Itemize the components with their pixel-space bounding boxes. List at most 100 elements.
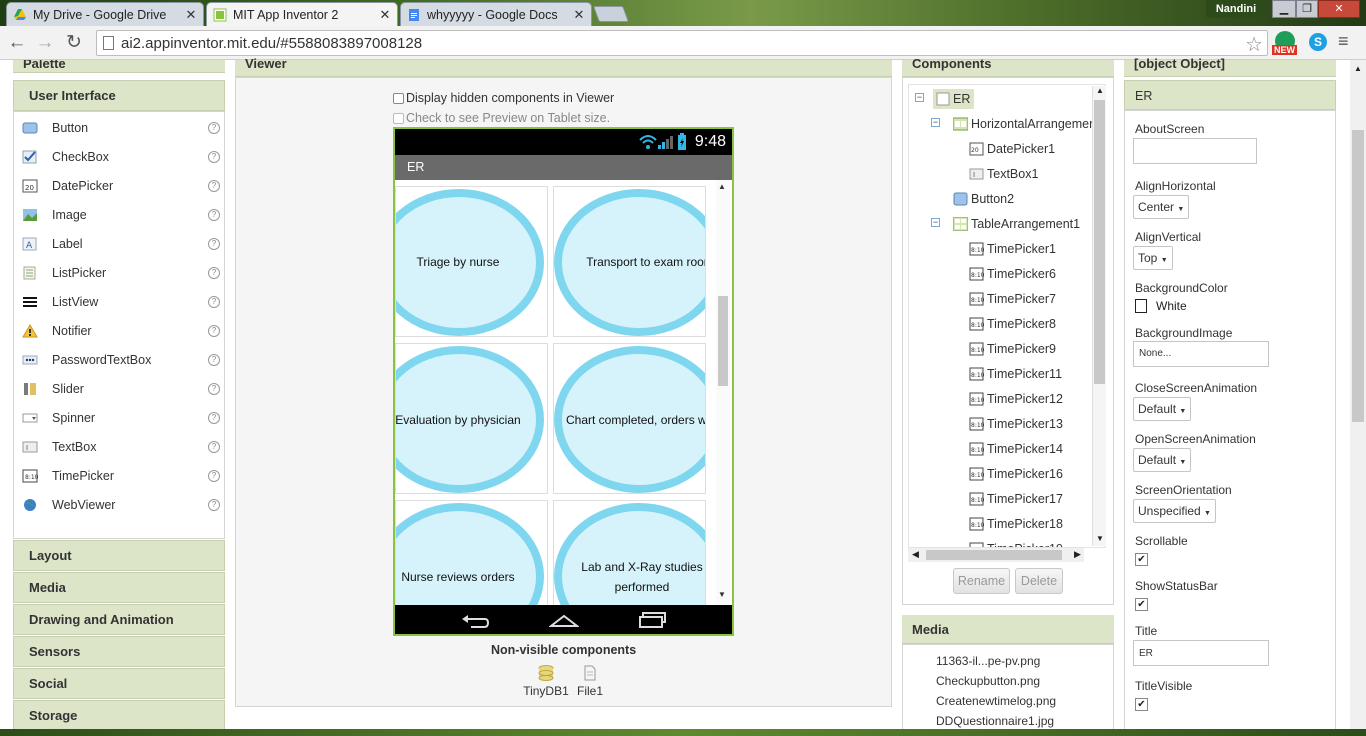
tree-item-timepicker[interactable]: 8:10 TimePicker8 — [969, 314, 1056, 334]
tree-item-timepicker[interactable]: 8:10 TimePicker16 — [969, 464, 1063, 484]
delete-button[interactable]: Delete — [1015, 568, 1063, 594]
help-icon[interactable]: ? — [208, 441, 220, 453]
help-icon[interactable]: ? — [208, 470, 220, 482]
rename-button[interactable]: Rename — [953, 568, 1010, 594]
backgroundcolor-value[interactable]: White — [1156, 299, 1187, 313]
tree-scroll-thumb[interactable] — [1094, 100, 1105, 384]
palette-item-label[interactable]: A Label ? — [22, 231, 222, 257]
help-icon[interactable]: ? — [208, 296, 220, 308]
collapse-toggle-icon[interactable]: − — [915, 93, 924, 102]
tree-item-timepicker[interactable]: 8:10 TimePicker13 — [969, 414, 1063, 434]
bookmark-star-icon[interactable]: ☆ — [1245, 32, 1263, 57]
media-item[interactable]: 11363-il...pe-pv.png — [936, 654, 1040, 668]
phone-scrollbar[interactable]: ▲ ▼ — [716, 180, 730, 605]
tree-item-timepicker[interactable]: 8:10TimePicker19 — [969, 539, 1063, 547]
nonvisible-file1[interactable]: File1 — [574, 665, 606, 698]
scroll-right-arrow-icon[interactable]: ▶ — [1074, 549, 1081, 560]
palette-item-timepicker[interactable]: 8:10 TimePicker ? — [22, 463, 222, 489]
aboutscreen-textarea[interactable] — [1133, 138, 1257, 164]
window-close-button[interactable]: ✕ — [1318, 0, 1360, 18]
palette-item-webviewer[interactable]: WebViewer ? — [22, 492, 222, 518]
palette-item-passwordtextbox[interactable]: PasswordTextBox ? — [22, 347, 222, 373]
tree-item-timepicker[interactable]: 8:10 TimePicker9 — [969, 339, 1056, 359]
display-hidden-option[interactable]: Display hidden components in Viewer — [393, 91, 614, 105]
tablet-preview-option[interactable]: Check to see Preview on Tablet size. — [393, 111, 610, 125]
scroll-down-arrow-icon[interactable]: ▼ — [718, 590, 726, 599]
tree-item-tablearrangement1[interactable]: TableArrangement1 — [953, 214, 1080, 234]
palette-group-user-interface[interactable]: User Interface — [13, 80, 225, 111]
titlevisible-checkbox[interactable]: ✔ — [1135, 698, 1148, 711]
closescreenanimation-dropdown[interactable]: Default ▼ — [1133, 397, 1192, 421]
minimize-button[interactable]: ▁ — [1272, 0, 1296, 18]
back-nav-icon[interactable] — [461, 613, 489, 629]
palette-item-image[interactable]: Image ? — [22, 202, 222, 228]
media-item[interactable]: Createnewtimelog.png — [936, 694, 1056, 708]
tree-item-er[interactable]: ER — [933, 89, 975, 109]
media-item[interactable]: DDQuestionnaire1.jpg — [936, 714, 1054, 728]
home-nav-icon[interactable] — [549, 613, 579, 627]
screenorientation-dropdown[interactable]: Unspecified ▼ — [1133, 499, 1216, 523]
help-icon[interactable]: ? — [208, 209, 220, 221]
timepicker-cell[interactable]: Lab and X-Ray studies performed — [553, 500, 706, 605]
palette-item-spinner[interactable]: Spinner ? — [22, 405, 222, 431]
title-input[interactable] — [1133, 640, 1269, 666]
profile-name[interactable]: Nandini — [1206, 0, 1266, 18]
display-hidden-checkbox[interactable] — [393, 93, 404, 105]
collapse-toggle-icon[interactable]: − — [931, 118, 940, 127]
help-icon[interactable]: ? — [208, 267, 220, 279]
tab-google-docs[interactable]: whyyyyy - Google Docs ✕ — [400, 2, 592, 26]
scroll-up-arrow-icon[interactable]: ▲ — [718, 182, 726, 191]
tree-item-timepicker[interactable]: 8:10 TimePicker6 — [969, 264, 1056, 284]
new-tab-button[interactable] — [593, 6, 629, 22]
openscreenanimation-dropdown[interactable]: Default ▼ — [1133, 448, 1192, 472]
phone-scroll-thumb[interactable] — [718, 296, 728, 386]
collapse-toggle-icon[interactable]: − — [931, 218, 940, 227]
tab-app-inventor[interactable]: MIT App Inventor 2 ✕ — [206, 2, 398, 27]
address-bar[interactable]: ai2.appinventor.mit.edu/#558808389700812… — [96, 30, 1268, 56]
help-icon[interactable]: ? — [208, 238, 220, 250]
tree-item-horizontalarrangement1[interactable]: HorizontalArrangement1 — [953, 114, 1105, 134]
tree-item-textbox1[interactable]: I TextBox1 — [969, 164, 1038, 184]
palette-item-listview[interactable]: ListView ? — [22, 289, 222, 315]
help-icon[interactable]: ? — [208, 499, 220, 511]
timepicker-cell[interactable]: Transport to exam room — [553, 186, 706, 337]
tree-item-timepicker[interactable]: 8:10 TimePicker14 — [969, 439, 1063, 459]
tree-item-timepicker[interactable]: 8:10 TimePicker12 — [969, 389, 1063, 409]
backgroundimage-picker[interactable]: None... — [1133, 341, 1269, 367]
showstatusbar-checkbox[interactable]: ✔ — [1135, 598, 1148, 611]
scrollable-checkbox[interactable]: ✔ — [1135, 553, 1148, 566]
tree-hscroll-thumb[interactable] — [926, 550, 1062, 560]
forward-arrow-icon[interactable]: → — [34, 32, 56, 54]
tree-item-timepicker[interactable]: 8:10 TimePicker1 — [969, 239, 1056, 259]
palette-group-drawing-animation[interactable]: Drawing and Animation — [13, 604, 225, 635]
page-scroll-thumb[interactable] — [1352, 130, 1364, 422]
tree-item-timepicker[interactable]: 8:10 TimePicker18 — [969, 514, 1063, 534]
tree-item-timepicker[interactable]: 8:10 TimePicker17 — [969, 489, 1063, 509]
help-icon[interactable]: ? — [208, 383, 220, 395]
palette-group-layout[interactable]: Layout — [13, 540, 225, 571]
timepicker-cell[interactable]: Triage by nurse — [395, 186, 548, 337]
tab-google-drive[interactable]: My Drive - Google Drive ✕ — [6, 2, 204, 26]
page-scrollbar[interactable]: ▲ — [1350, 60, 1366, 736]
nonvisible-tinydb1[interactable]: TinyDB1 — [522, 665, 570, 698]
tree-horizontal-scrollbar[interactable]: ◀ ▶ — [908, 548, 1084, 562]
maximize-button[interactable]: ❐ — [1296, 0, 1318, 18]
palette-item-notifier[interactable]: Notifier ? — [22, 318, 222, 344]
palette-group-storage[interactable]: Storage — [13, 700, 225, 730]
timepicker-cell[interactable]: Nurse reviews orders — [395, 500, 548, 605]
scroll-up-arrow-icon[interactable]: ▲ — [1354, 64, 1362, 73]
tree-vertical-scrollbar[interactable]: ▲ ▼ — [1092, 86, 1106, 546]
help-icon[interactable]: ? — [208, 180, 220, 192]
close-tab-icon[interactable]: ✕ — [573, 7, 585, 23]
scroll-up-arrow-icon[interactable]: ▲ — [1096, 86, 1104, 95]
tree-item-button2[interactable]: Button2 — [953, 189, 1014, 209]
media-item[interactable]: Checkupbutton.png — [936, 674, 1040, 688]
help-icon[interactable]: ? — [208, 325, 220, 337]
palette-item-datepicker[interactable]: 20 DatePicker ? — [22, 173, 222, 199]
alignhorizontal-dropdown[interactable]: Center ▼ — [1133, 195, 1190, 219]
skype-extension-icon[interactable]: S — [1309, 33, 1327, 51]
recent-apps-icon[interactable] — [638, 612, 668, 628]
palette-item-listpicker[interactable]: ListPicker ? — [22, 260, 222, 286]
palette-item-checkbox[interactable]: CheckBox ? — [22, 144, 222, 170]
palette-item-button[interactable]: Button ? — [22, 115, 222, 141]
